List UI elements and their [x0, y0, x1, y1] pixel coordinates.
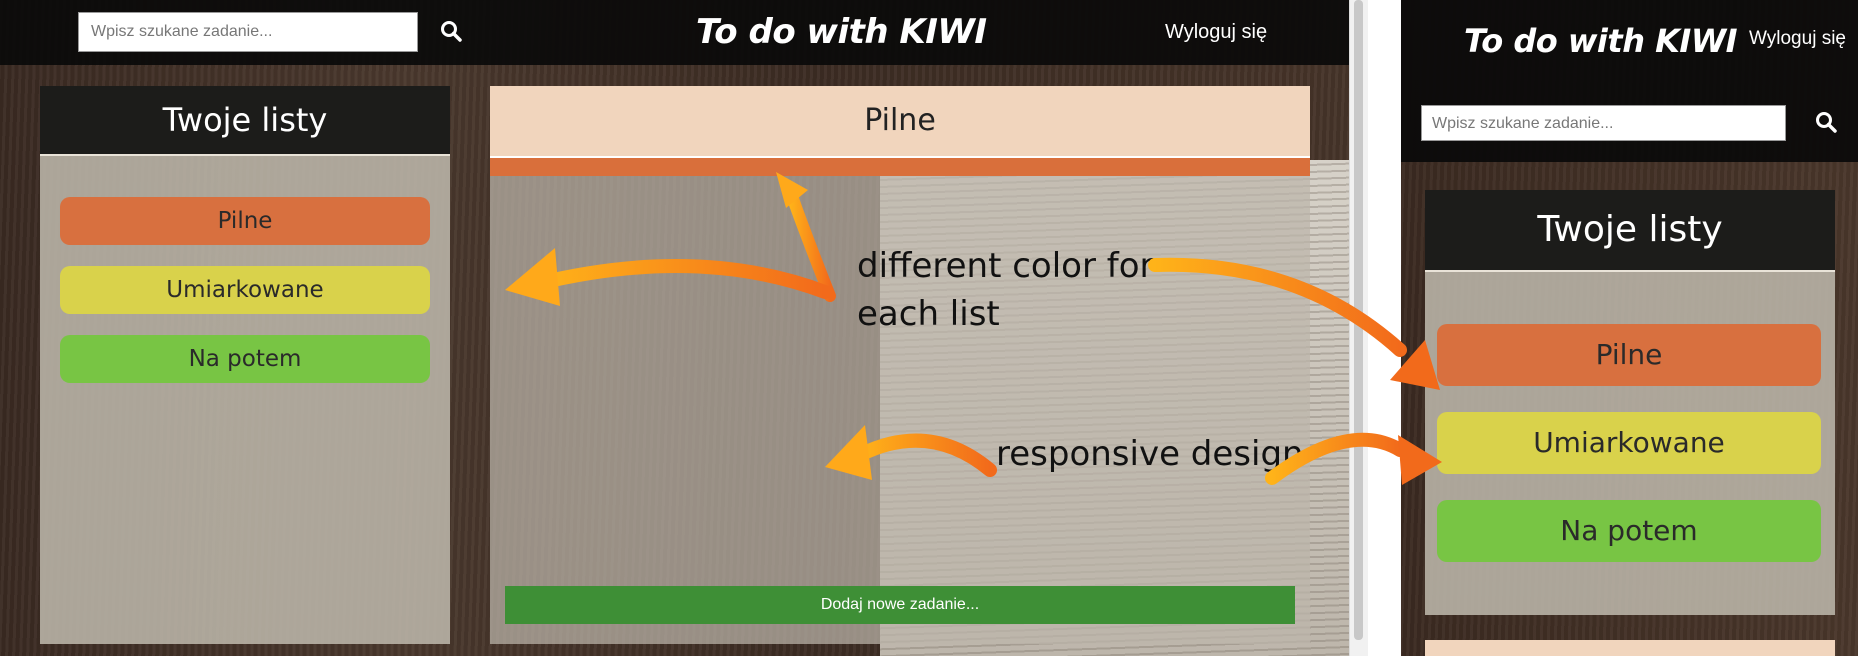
mobile-logout-link[interactable]: Wyloguj się: [1749, 28, 1846, 50]
mobile-lists-panel: Twoje listy Pilne Umiarkowane Na potem: [1425, 190, 1835, 615]
mobile-view: To do with KIWI Wyloguj się Wpisz szukan…: [1401, 0, 1858, 656]
mobile-next-panel-peek: [1425, 640, 1835, 656]
annotation-color-line2: each list: [857, 294, 1000, 334]
mobile-list-item-umiarkowane[interactable]: Umiarkowane: [1437, 412, 1821, 474]
annotation-color-line1: different color for: [857, 246, 1154, 286]
list-color-bar: [490, 158, 1310, 176]
list-item-umiarkowane[interactable]: Umiarkowane: [60, 266, 430, 314]
add-task-button[interactable]: Dodaj nowe zadanie...: [505, 586, 1295, 624]
logout-link[interactable]: Wyloguj się: [1165, 21, 1267, 44]
mobile-list-item-na-potem[interactable]: Na potem: [1437, 500, 1821, 562]
list-item-na-potem[interactable]: Na potem: [60, 335, 430, 383]
task-list-panel: Pilne Dodaj nowe zadanie...: [490, 86, 1310, 644]
mobile-list-item-pilne[interactable]: Pilne: [1437, 324, 1821, 386]
app-brand[interactable]: To do with KIWI: [696, 12, 987, 52]
scrollbar-thumb[interactable]: [1354, 0, 1363, 640]
desktop-view: Wpisz szukane zadanie... To do with KIWI…: [0, 0, 1349, 656]
annotation-responsive: responsive design: [996, 434, 1304, 474]
list-item-pilne[interactable]: Pilne: [60, 197, 430, 245]
search-icon[interactable]: [440, 20, 462, 42]
mobile-search-icon[interactable]: [1815, 111, 1837, 133]
search-input[interactable]: Wpisz szukane zadanie...: [78, 12, 418, 52]
page-scrollbar[interactable]: [1349, 0, 1368, 656]
lists-panel: Twoje listy Pilne Umiarkowane Na potem: [40, 86, 450, 644]
mobile-search-input[interactable]: Wpisz szukane zadanie...: [1421, 105, 1786, 141]
lists-panel-title: Twoje listy: [40, 86, 450, 156]
top-navbar: Wpisz szukane zadanie... To do with KIWI…: [0, 0, 1349, 65]
task-list-title: Pilne: [490, 86, 1310, 158]
mobile-navbar: To do with KIWI Wyloguj się Wpisz szukan…: [1401, 0, 1858, 162]
mobile-app-brand[interactable]: To do with KIWI: [1464, 22, 1738, 60]
mobile-lists-title: Twoje listy: [1425, 190, 1835, 272]
